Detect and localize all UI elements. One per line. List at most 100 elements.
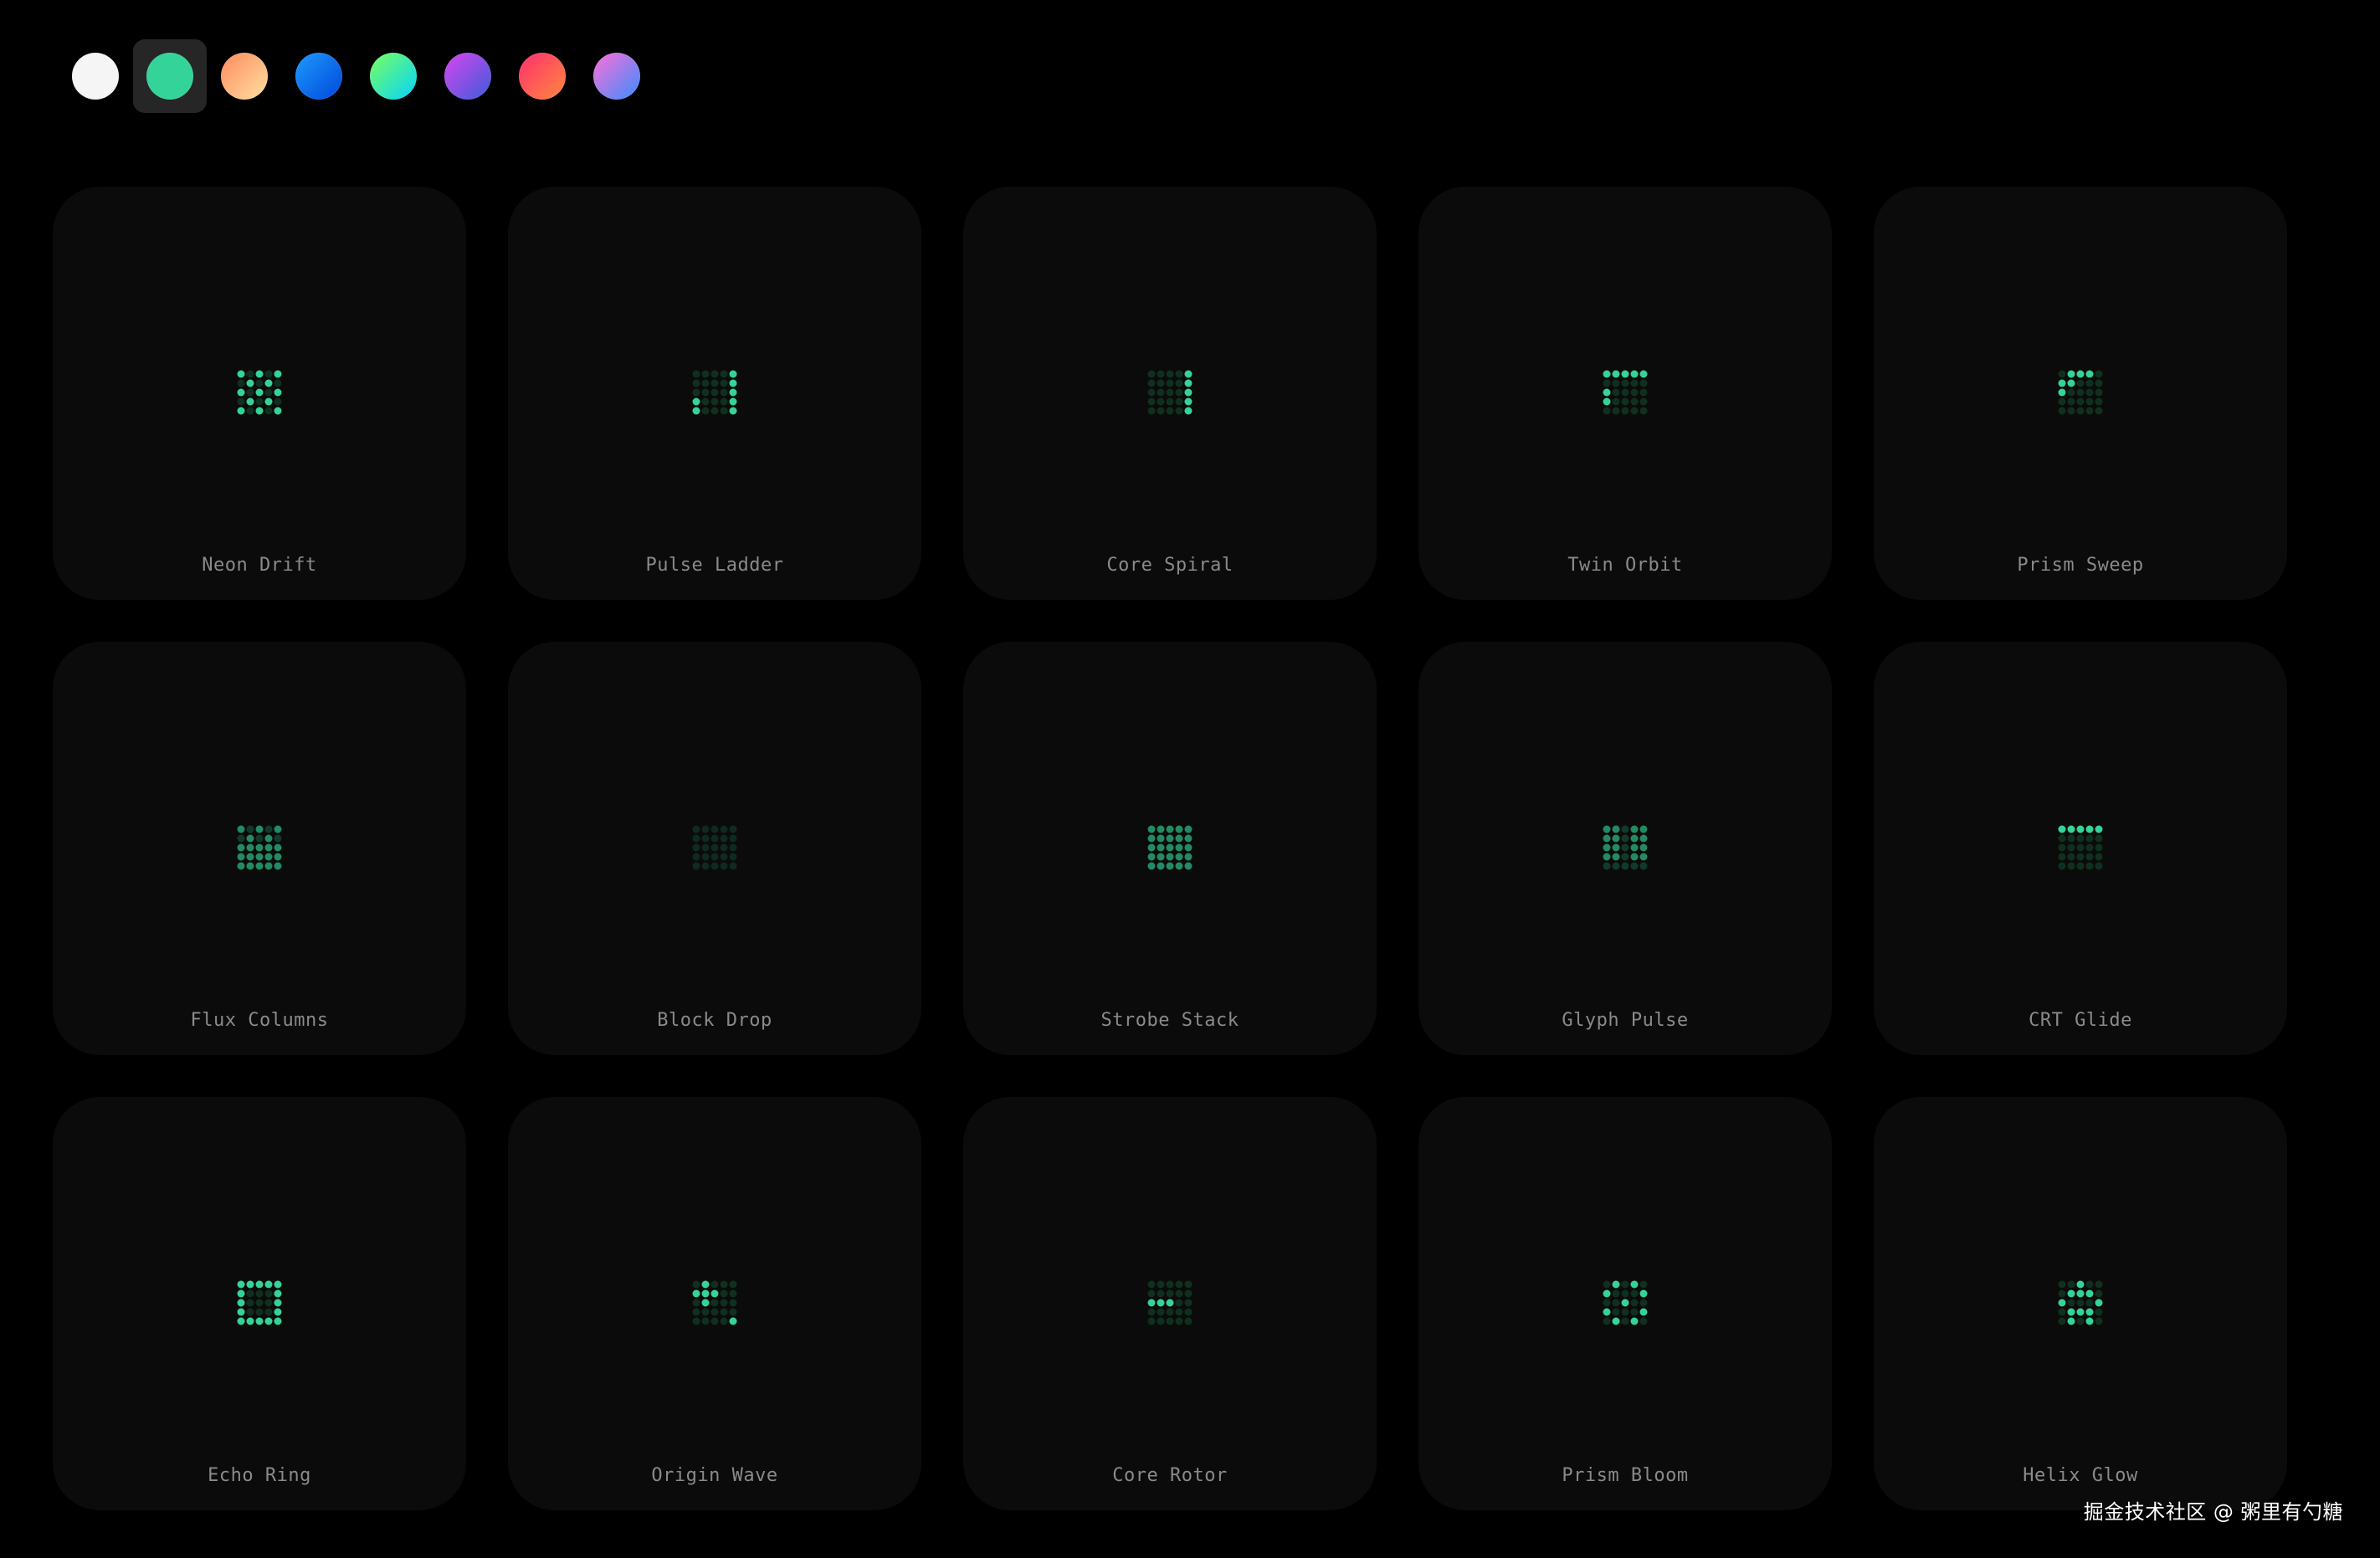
matrix-dot: [2076, 397, 2085, 406]
matrix-dot: [701, 407, 710, 415]
matrix-dot: [720, 853, 728, 861]
matrix-dot: [1621, 825, 1629, 833]
matrix-dot: [692, 1299, 700, 1307]
matrix-dot: [2067, 862, 2075, 870]
matrix-dot: [1175, 370, 1183, 378]
loader-card[interactable]: Block Drop: [508, 642, 921, 1055]
matrix-dot: [255, 1317, 264, 1325]
matrix-dot: [1639, 1317, 1648, 1325]
matrix-dot: [2076, 1280, 2085, 1289]
matrix-dot: [2076, 388, 2085, 397]
matrix-dot: [1621, 843, 1629, 852]
loader-card[interactable]: CRT Glide: [1874, 642, 2287, 1055]
matrix-dot: [264, 853, 273, 861]
matrix-dot: [2085, 834, 2094, 843]
matrix-dot: [1166, 1280, 1174, 1289]
matrix-dot: [1621, 1299, 1629, 1307]
matrix-dot: [1166, 370, 1174, 378]
loader-card-label: Helix Glow: [2023, 1465, 2138, 1486]
matrix-dot: [255, 825, 264, 833]
swatch-violet-button[interactable]: [431, 39, 505, 113]
loader-card[interactable]: Strobe Stack: [963, 642, 1377, 1055]
matrix-dot: [2085, 379, 2094, 387]
loader-card[interactable]: Neon Drift: [53, 187, 466, 600]
loader-card[interactable]: Pulse Ladder: [508, 187, 921, 600]
matrix-dot: [2076, 1289, 2085, 1298]
loader-card[interactable]: Glyph Pulse: [1418, 642, 1832, 1055]
matrix-dot: [1603, 862, 1611, 870]
matrix-dot: [2058, 388, 2066, 397]
matrix-dot: [237, 1289, 245, 1298]
matrix-dot: [264, 825, 273, 833]
matrix-dot: [1630, 862, 1639, 870]
matrix-dot: [701, 834, 710, 843]
matrix-dot: [246, 825, 254, 833]
matrix-dot: [2076, 379, 2085, 387]
matrix-dot: [2085, 370, 2094, 378]
matrix-dot: [264, 834, 273, 843]
matrix-dot: [720, 370, 728, 378]
matrix-dot: [1612, 1317, 1620, 1325]
loader-card[interactable]: Origin Wave: [508, 1097, 921, 1510]
matrix-dot: [255, 862, 264, 870]
matrix-dot: [1612, 407, 1620, 415]
loader-card[interactable]: Prism Bloom: [1418, 1097, 1832, 1510]
matrix-dot: [2095, 825, 2103, 833]
matrix-dot: [1621, 1308, 1629, 1316]
loader-card[interactable]: Helix Glow: [1874, 1097, 2287, 1510]
matrix-dot: [1157, 379, 1165, 387]
loader-card[interactable]: Core Spiral: [963, 187, 1377, 600]
matrix-dot: [710, 862, 719, 870]
matrix-dot: [2085, 388, 2094, 397]
swatch-blue-button[interactable]: [282, 39, 356, 113]
swatch-peach-circle: [221, 53, 268, 100]
swatch-rose-button[interactable]: [505, 39, 579, 113]
matrix-dot: [274, 843, 282, 852]
matrix-dot: [1184, 1308, 1193, 1316]
swatch-mint-button[interactable]: [356, 39, 430, 113]
matrix-dot: [729, 397, 737, 406]
loader-card-label: Flux Columns: [190, 1010, 329, 1031]
matrix-dot: [2058, 862, 2066, 870]
matrix-dot: [1175, 825, 1183, 833]
matrix-dot: [2076, 853, 2085, 861]
loader-card[interactable]: Twin Orbit: [1418, 187, 1832, 600]
matrix-dot: [1166, 853, 1174, 861]
loader-card[interactable]: Flux Columns: [53, 642, 466, 1055]
matrix-dot: [1603, 853, 1611, 861]
matrix-dot: [1147, 853, 1156, 861]
matrix-dot: [1184, 862, 1193, 870]
matrix-dot: [720, 862, 728, 870]
swatch-aurora-button[interactable]: [580, 39, 654, 113]
swatch-peach-button[interactable]: [208, 39, 281, 113]
matrix-dot: [1184, 1280, 1193, 1289]
matrix-dot: [274, 862, 282, 870]
matrix-dot: [2095, 862, 2103, 870]
matrix-dot: [2085, 407, 2094, 415]
matrix-dot: [2067, 1308, 2075, 1316]
matrix-dot: [1612, 862, 1620, 870]
loader-card[interactable]: Core Rotor: [963, 1097, 1377, 1510]
loader-card-label: Prism Bloom: [1562, 1465, 1689, 1486]
matrix-dot: [1147, 407, 1156, 415]
matrix-dot: [2076, 407, 2085, 415]
loader-card-label: Block Drop: [657, 1010, 772, 1031]
matrix-dot: [237, 397, 245, 406]
color-swatch-bar: [59, 39, 654, 113]
matrix-dot: [2095, 1308, 2103, 1316]
swatch-white-button[interactable]: [59, 39, 132, 113]
matrix-dot: [1166, 825, 1174, 833]
matrix-dot: [729, 862, 737, 870]
dot-matrix-preview: [2052, 819, 2110, 877]
matrix-dot: [1157, 370, 1165, 378]
loader-card[interactable]: Echo Ring: [53, 1097, 466, 1510]
loader-card[interactable]: Prism Sweep: [1874, 187, 2287, 600]
matrix-dot: [237, 825, 245, 833]
swatch-emerald-button[interactable]: [133, 39, 207, 113]
matrix-dot: [2095, 379, 2103, 387]
loader-card-label: Neon Drift: [202, 555, 317, 576]
matrix-dot: [1184, 407, 1193, 415]
matrix-dot: [1157, 834, 1165, 843]
matrix-dot: [1639, 379, 1648, 387]
matrix-dot: [274, 1308, 282, 1316]
